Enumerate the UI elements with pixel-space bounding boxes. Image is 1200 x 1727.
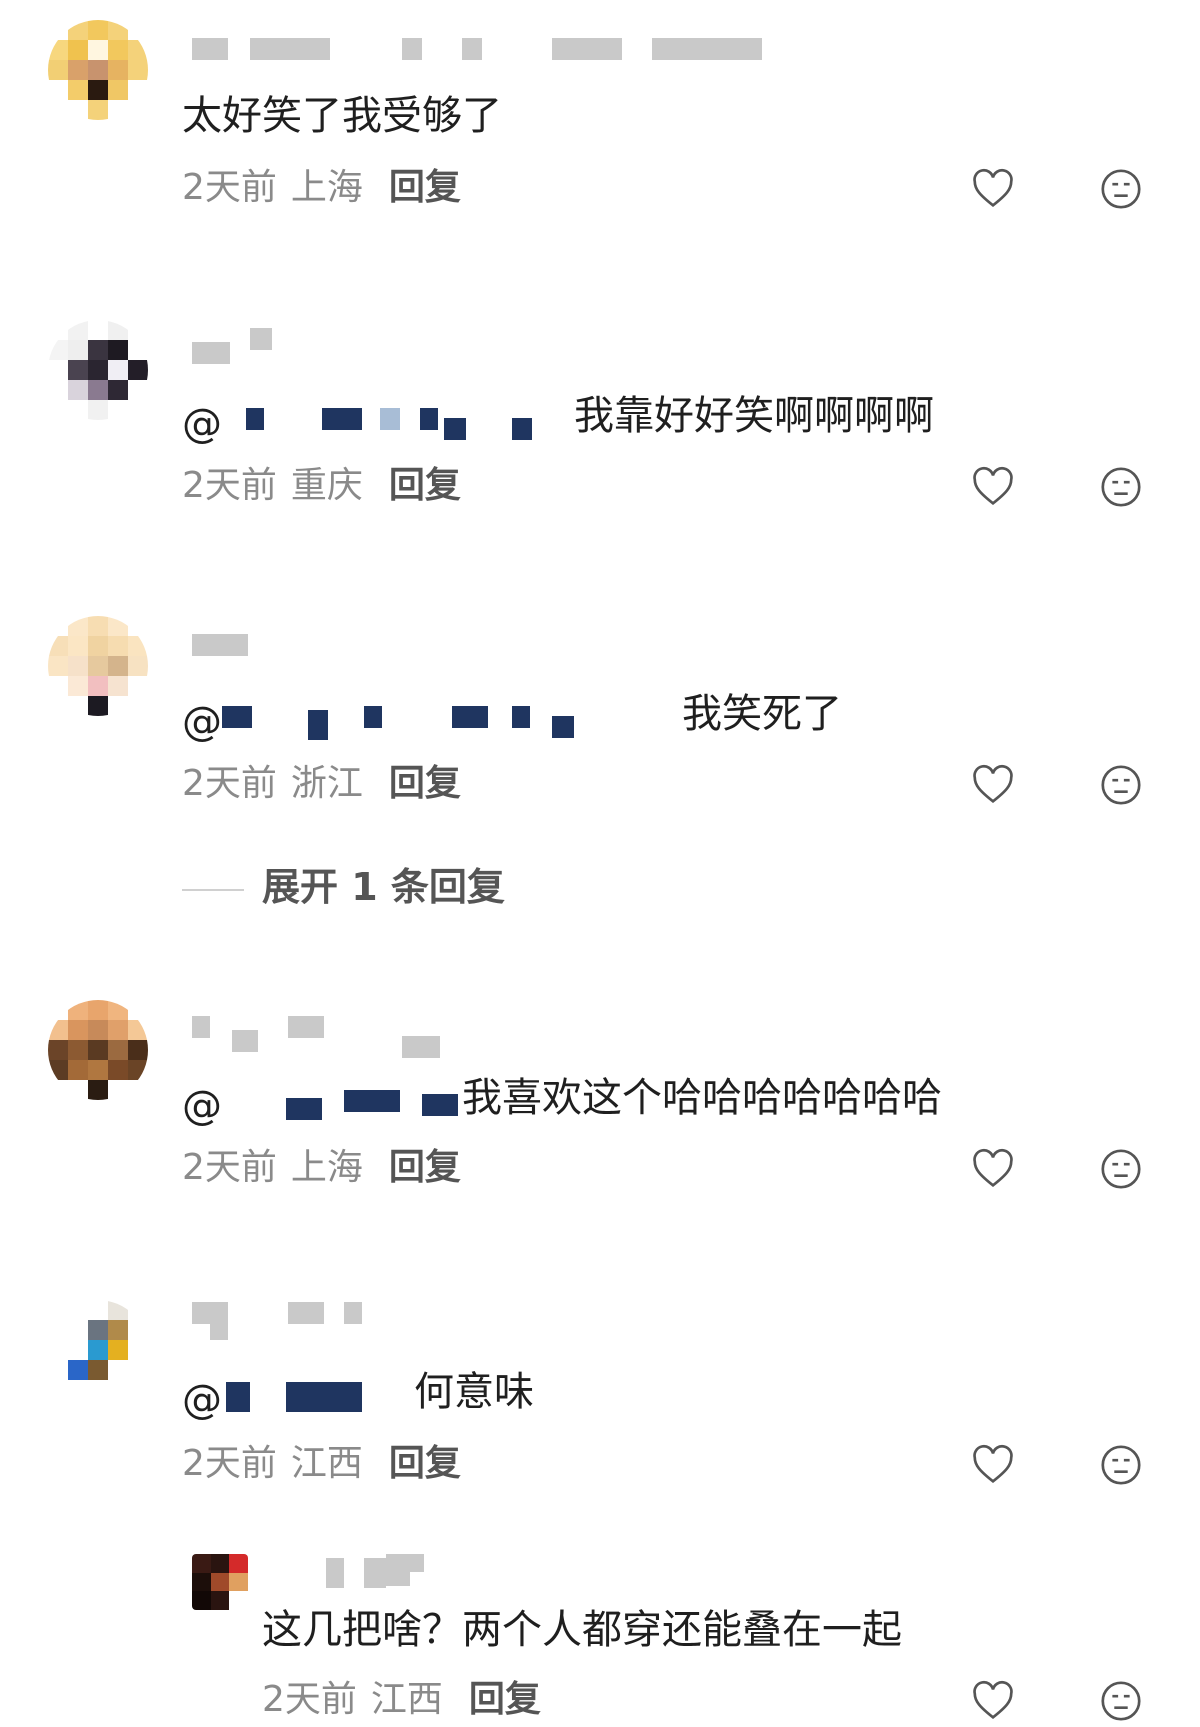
comment-time: 2天前 [182,1147,277,1188]
comment-body: 我靠好好笑啊啊啊啊 [574,393,934,439]
expand-replies-button[interactable]: 展开 1 条回复 [182,856,505,911]
heart-outline-icon[interactable] [970,1146,1016,1192]
username[interactable] [192,1016,452,1058]
comment-location: 重庆 [290,465,363,506]
comment-text: @ 我笑死了 [182,688,842,742]
heart-outline-icon[interactable] [970,762,1016,808]
meh-face-icon[interactable] [1098,762,1144,808]
reply-button[interactable]: 回复 [389,167,461,208]
reply-button[interactable]: 回复 [389,1147,461,1188]
comment-location: 浙江 [290,763,363,804]
comment-location: 上海 [290,1147,363,1188]
comment-text: @ 我靠好好笑啊啊啊啊 [182,390,934,444]
mention[interactable]: @ [182,1080,462,1126]
comment-time: 2天前 [182,167,277,208]
comment-body: 我喜欢这个哈哈哈哈哈哈哈 [462,1075,942,1121]
username[interactable] [192,38,772,60]
comment-time: 2天前 [182,763,277,804]
avatar[interactable] [48,616,148,716]
avatar[interactable] [48,320,148,420]
comment-meta: 2天前 江西 回复 [182,1442,461,1486]
heart-outline-icon[interactable] [970,166,1016,212]
comment-meta: 2天前 江西 回复 [262,1678,541,1722]
avatar[interactable] [48,20,148,120]
mention[interactable]: @ [182,696,682,742]
comment-body: 何意味 [414,1369,534,1415]
reply-button[interactable]: 回复 [389,465,461,506]
avatar[interactable] [48,1000,148,1100]
reply-button[interactable]: 回复 [389,763,461,804]
comment-text: 这几把啥？两个人都穿还能叠在一起 [262,1607,902,1653]
heart-outline-icon[interactable] [970,1442,1016,1488]
username[interactable] [192,328,292,364]
username[interactable] [326,1554,446,1588]
comment-location: 江西 [290,1443,363,1484]
reply-button[interactable]: 回复 [469,1679,541,1720]
heart-outline-icon[interactable] [970,464,1016,510]
divider [182,888,244,891]
comment-meta: 2天前 上海 回复 [182,1146,461,1190]
mention[interactable]: @ [182,398,574,444]
comment-location: 江西 [370,1679,443,1720]
expand-replies-label[interactable]: 展开 1 条回复 [262,865,505,909]
comment-time: 2天前 [262,1679,357,1720]
reply-button[interactable]: 回复 [389,1443,461,1484]
comment-meta: 2天前 重庆 回复 [182,464,461,508]
comment-body: 我笑死了 [682,691,842,737]
comment-text: @ 何意味 [182,1366,534,1420]
comment-time: 2天前 [182,1443,277,1484]
mention[interactable]: @ [182,1374,414,1420]
comment-text: 太好笑了我受够了 [182,93,502,139]
meh-face-icon[interactable] [1098,1146,1144,1192]
comment-meta: 2天前 上海 回复 [182,166,461,210]
meh-face-icon[interactable] [1098,166,1144,212]
avatar[interactable] [48,1300,148,1400]
meh-face-icon[interactable] [1098,1678,1144,1724]
comment-location: 上海 [290,167,363,208]
avatar[interactable] [192,1554,248,1610]
comment-time: 2天前 [182,465,277,506]
username[interactable] [192,634,272,656]
comment-meta: 2天前 浙江 回复 [182,762,461,806]
heart-outline-icon[interactable] [970,1678,1016,1724]
meh-face-icon[interactable] [1098,1442,1144,1488]
meh-face-icon[interactable] [1098,464,1144,510]
comment-text: @ 我喜欢这个哈哈哈哈哈哈哈 [182,1072,942,1126]
username[interactable] [192,1302,372,1340]
